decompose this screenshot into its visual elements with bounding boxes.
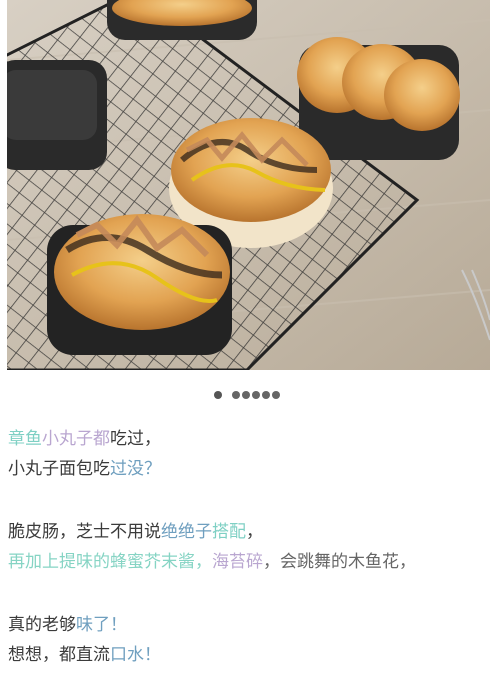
pagination-dot[interactable] bbox=[232, 391, 240, 399]
pagination-dot[interactable] bbox=[272, 391, 280, 399]
article-line: 想想，都直流口水！ bbox=[8, 640, 488, 670]
hero-photo[interactable] bbox=[7, 0, 490, 370]
carousel-pagination[interactable] bbox=[0, 391, 494, 399]
text-segment: 小丸子 bbox=[42, 429, 93, 449]
text-segment: 吃过， bbox=[110, 429, 161, 449]
article-line: 再加上提味的蜂蜜芥末酱，海苔碎，会跳舞的木鱼花， bbox=[8, 547, 488, 577]
text-segment: 搭配 bbox=[212, 522, 246, 542]
text-segment: 想想，都直流 bbox=[8, 645, 110, 665]
text-segment: 再加上提味的蜂蜜芥末酱， bbox=[8, 552, 212, 572]
text-segment: 都 bbox=[93, 429, 110, 449]
text-segment: 脆皮肠，芝士不用说 bbox=[8, 522, 161, 542]
text-segment: 海苔碎 bbox=[212, 552, 263, 572]
pagination-dot[interactable] bbox=[262, 391, 270, 399]
pagination-dot-group bbox=[232, 391, 280, 399]
text-segment: 绝绝子 bbox=[161, 522, 212, 542]
article-line: 章鱼小丸子都吃过， bbox=[8, 424, 488, 454]
bread-illustration bbox=[7, 0, 490, 370]
pagination-dot[interactable] bbox=[252, 391, 260, 399]
text-segment: 过没？ bbox=[110, 459, 161, 479]
article-body: 章鱼小丸子都吃过， 小丸子面包吃过没？ 脆皮肠，芝士不用说绝绝子搭配， 再加上提… bbox=[8, 424, 488, 670]
article-line: 小丸子面包吃过没？ bbox=[8, 454, 488, 484]
text-segment: ，会跳舞的木鱼花， bbox=[263, 552, 416, 572]
article-line: 脆皮肠，芝士不用说绝绝子搭配， bbox=[8, 517, 488, 547]
text-segment: 味了！ bbox=[76, 615, 127, 635]
pagination-dot-active[interactable] bbox=[214, 391, 222, 399]
text-segment: 小丸子面包吃 bbox=[8, 459, 110, 479]
text-segment: 章鱼 bbox=[8, 429, 42, 449]
text-segment: ， bbox=[246, 522, 263, 542]
article-line: 真的老够味了！ bbox=[8, 610, 488, 640]
text-segment: 口水！ bbox=[110, 645, 161, 665]
pagination-dot[interactable] bbox=[242, 391, 250, 399]
text-segment: 真的老够 bbox=[8, 615, 76, 635]
